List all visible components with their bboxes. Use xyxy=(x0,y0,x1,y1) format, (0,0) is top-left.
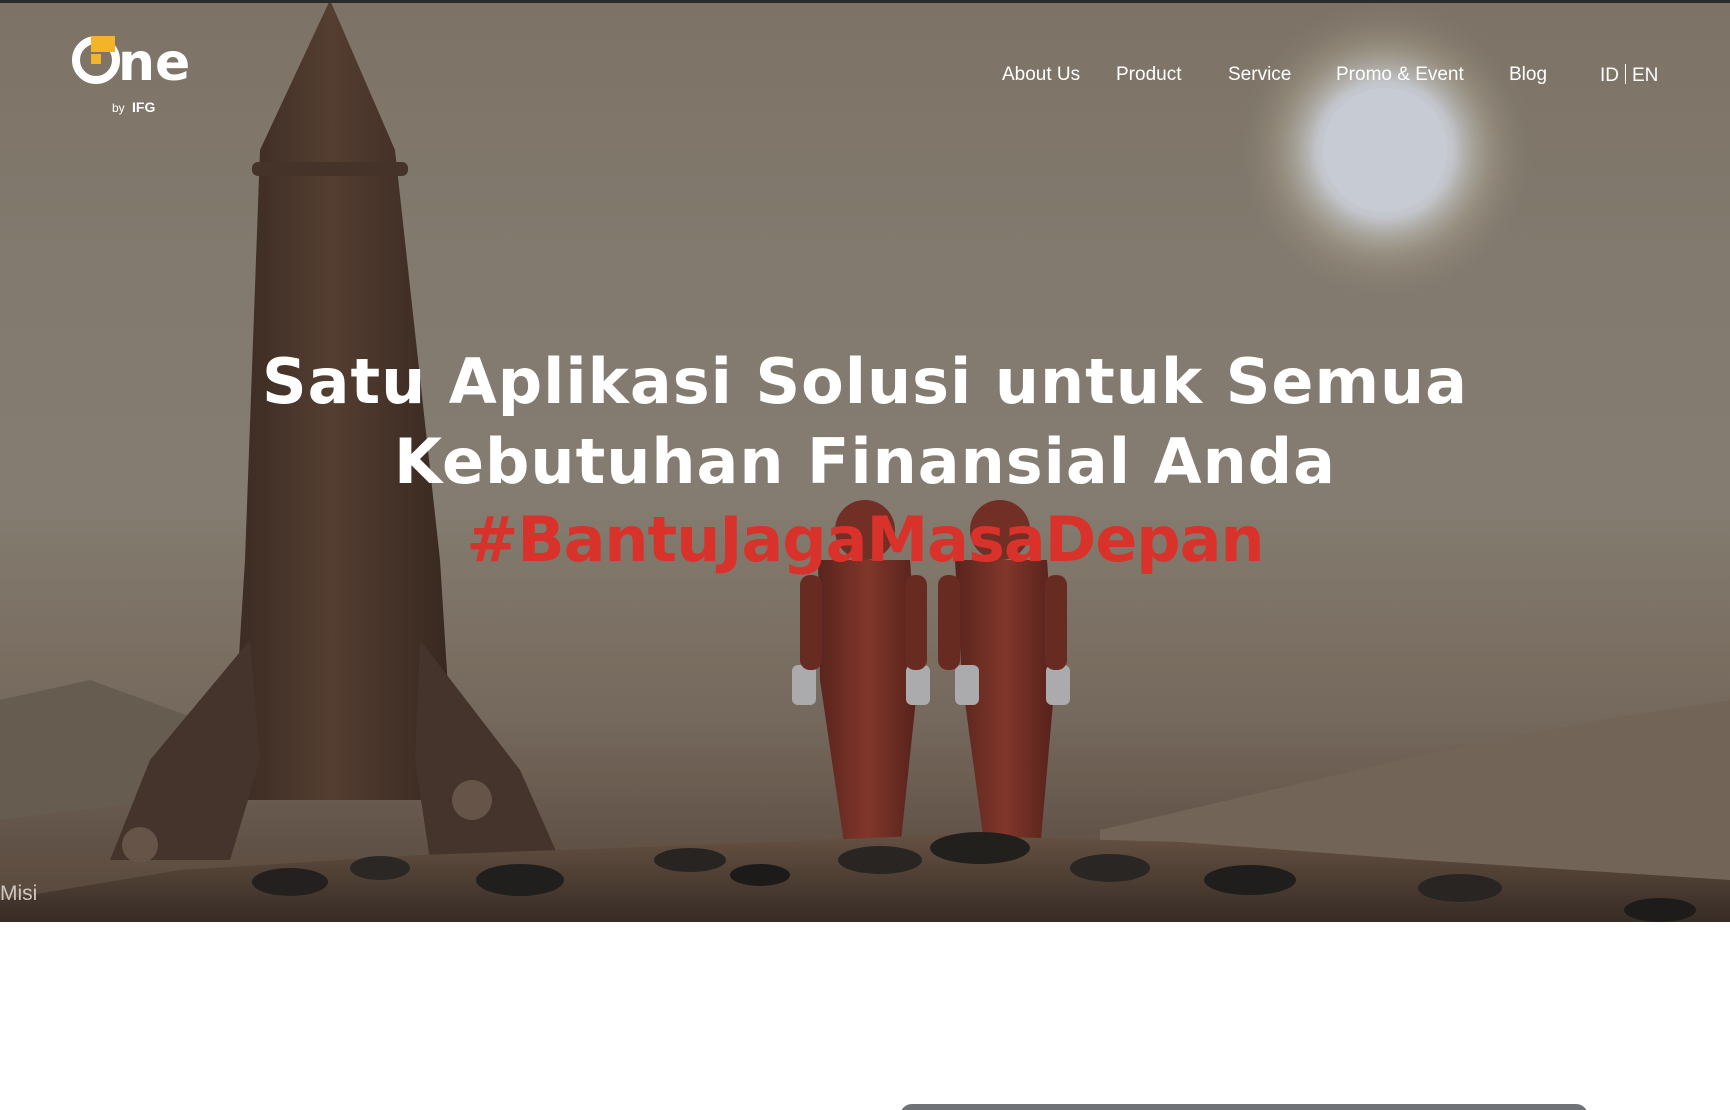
misi-side-label[interactable]: Misi xyxy=(0,882,37,906)
nav-service[interactable]: Service xyxy=(1228,64,1291,86)
nav-promo-event[interactable]: Promo & Event xyxy=(1336,64,1464,86)
lang-divider xyxy=(1625,64,1626,84)
nav-product[interactable]: Product xyxy=(1116,64,1181,86)
hero-section: ne by IFG About Us Product Service Promo… xyxy=(0,0,1730,922)
top-border xyxy=(0,0,1730,3)
lang-en[interactable]: EN xyxy=(1632,65,1658,86)
nav-blog[interactable]: Blog xyxy=(1509,64,1547,86)
hero-headline-line-2: Kebutuhan Finansial Anda xyxy=(394,425,1336,498)
hero-hashtag: #BantuJagaMasaDepan xyxy=(466,503,1264,576)
logo-by: by xyxy=(112,101,125,115)
language-switcher: ID EN xyxy=(1600,64,1658,87)
lang-id[interactable]: ID xyxy=(1600,65,1619,86)
main-navigation: About Us Product Service Promo & Event B… xyxy=(0,64,1730,94)
hero-headline: Satu Aplikasi Solusi untuk Semua Kebutuh… xyxy=(0,342,1730,502)
logo-company: IFG xyxy=(132,99,155,115)
content-card-top-edge xyxy=(900,1104,1588,1110)
content-section xyxy=(0,922,1730,1110)
nav-about-us[interactable]: About Us xyxy=(1002,64,1080,86)
hero-headline-line-1: Satu Aplikasi Solusi untuk Semua xyxy=(261,345,1469,418)
